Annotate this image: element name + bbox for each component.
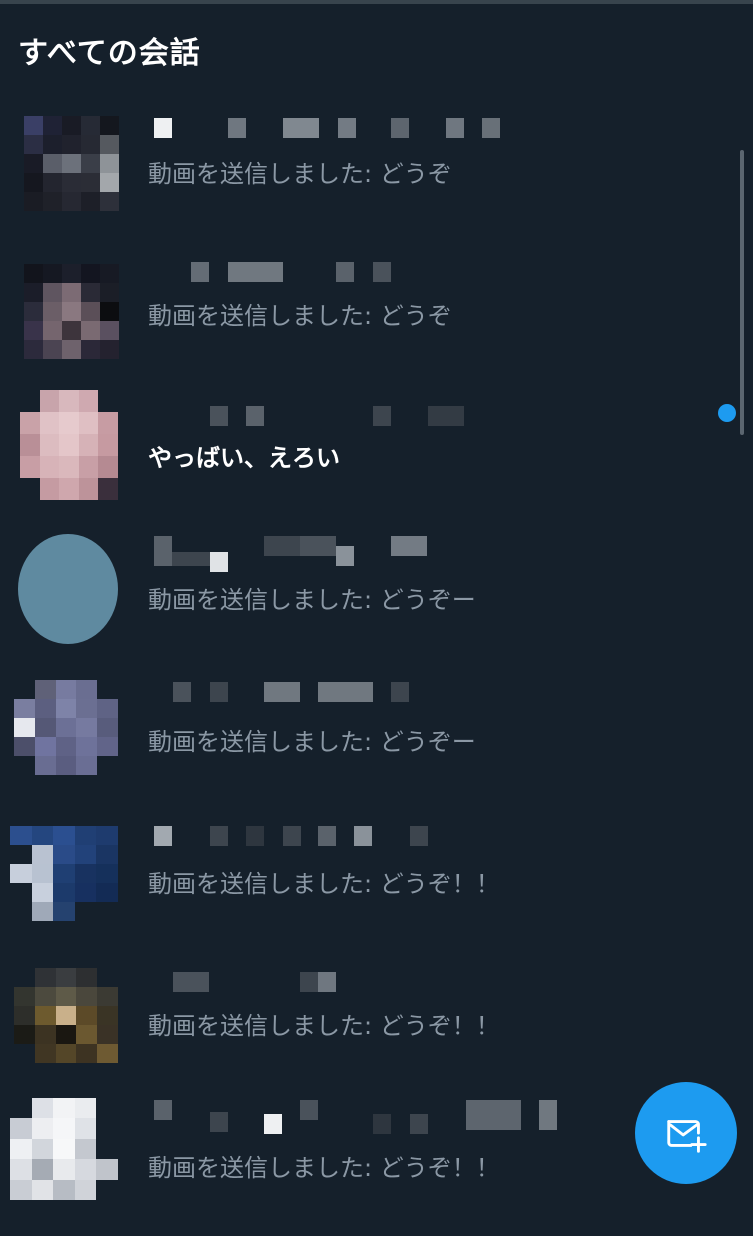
- avatar[interactable]: [10, 826, 118, 921]
- message-preview: 動画を送信しました: どうぞ: [148, 160, 452, 188]
- new-message-button[interactable]: [635, 1082, 737, 1184]
- conversation-item[interactable]: 動画を送信しました: どうぞ: [0, 242, 753, 384]
- message-preview-unread: やっばい、えろい: [148, 444, 340, 472]
- avatar[interactable]: [14, 680, 118, 775]
- new-message-envelope-plus-icon: [667, 1120, 707, 1153]
- avatar[interactable]: [18, 534, 118, 644]
- message-preview: 動画を送信しました: どうぞ: [148, 302, 452, 330]
- avatar[interactable]: [10, 1098, 118, 1200]
- conversation-item[interactable]: 動画を送信しました: どうぞ！！: [0, 810, 753, 952]
- conversation-item[interactable]: 動画を送信しました: どうぞー: [0, 668, 753, 810]
- avatar[interactable]: [24, 116, 119, 211]
- message-preview: 動画を送信しました: どうぞ！！: [148, 1012, 500, 1040]
- conversation-item[interactable]: 動画を送信しました: どうぞー: [0, 526, 753, 668]
- message-preview: 動画を送信しました: どうぞ！！: [148, 1154, 500, 1182]
- avatar[interactable]: [24, 264, 119, 359]
- page-title: すべての会話: [18, 36, 201, 71]
- header: すべての会話: [0, 4, 753, 90]
- unread-dot-icon: [718, 404, 736, 422]
- message-preview: 動画を送信しました: どうぞー: [148, 728, 476, 756]
- conversation-item[interactable]: 動画を送信しました: どうぞ！！: [0, 952, 753, 1094]
- avatar[interactable]: [20, 390, 118, 500]
- message-preview: 動画を送信しました: どうぞ！！: [148, 870, 500, 898]
- conversation-item[interactable]: 動画を送信しました: どうぞ: [0, 100, 753, 242]
- avatar[interactable]: [14, 968, 118, 1063]
- message-preview: 動画を送信しました: どうぞー: [148, 586, 476, 614]
- conversation-item[interactable]: やっばい、えろい: [0, 384, 753, 526]
